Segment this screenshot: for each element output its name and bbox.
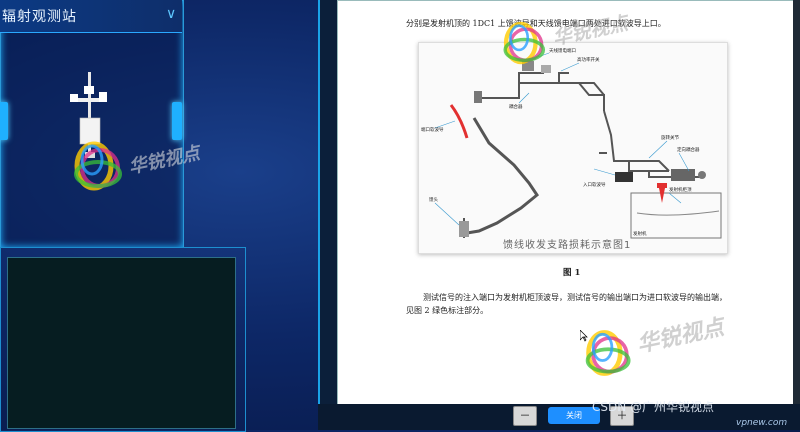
right-side-tab[interactable]	[172, 102, 182, 140]
document-paragraph-a: 测试信号的注入端口为发射机柜顶波导，测试信号的输出端口为进口软波导的输出端，	[423, 293, 727, 302]
csdn-caption: CSDN @广州华锐视点	[592, 400, 715, 414]
feeder-loss-diagram: 天线馈电端口 高功率开关 耦合器 端口软波导 旋转关节 入口软波导 定向耦合器 …	[418, 42, 728, 254]
info-panel	[7, 257, 236, 429]
svg-text:发射机柜顶: 发射机柜顶	[669, 186, 692, 193]
document-paragraph-b: 见图 2 绿色标注部分。	[406, 306, 489, 315]
svg-text:定向耦合器: 定向耦合器	[677, 146, 700, 153]
mouse-cursor-icon	[580, 330, 588, 342]
zoom-out-button[interactable]: －	[513, 406, 537, 426]
svg-text:发射机: 发射机	[633, 230, 647, 237]
svg-text:旋转关节: 旋转关节	[661, 134, 679, 141]
watermark-logo	[585, 330, 631, 376]
left-side-tab[interactable]	[0, 102, 8, 140]
site-caption: vpnew.com	[736, 418, 788, 428]
svg-text:耦合器: 耦合器	[509, 103, 523, 110]
zoom-out-icon: －	[519, 409, 531, 422]
figure-label: 图 1	[563, 268, 581, 278]
watermark-logo	[503, 21, 546, 65]
diagram-drawing: 天线馈电端口 高功率开关 耦合器 端口软波导 旋转关节 入口软波导 定向耦合器 …	[421, 47, 722, 239]
station-title: 辐射观测站	[2, 9, 77, 25]
chevron-down-icon[interactable]: ∨	[166, 6, 176, 22]
svg-text:端口软波导: 端口软波导	[421, 126, 444, 133]
document-scrollbar[interactable]	[793, 0, 800, 404]
svg-text:馈头: 馈头	[429, 196, 438, 203]
diagram-caption: 馈线收发支路损耗示意图1	[503, 240, 632, 251]
svg-text:入口软波导: 入口软波导	[583, 181, 606, 188]
watermark-logo	[74, 141, 122, 191]
svg-text:高功率开关: 高功率开关	[577, 56, 600, 63]
